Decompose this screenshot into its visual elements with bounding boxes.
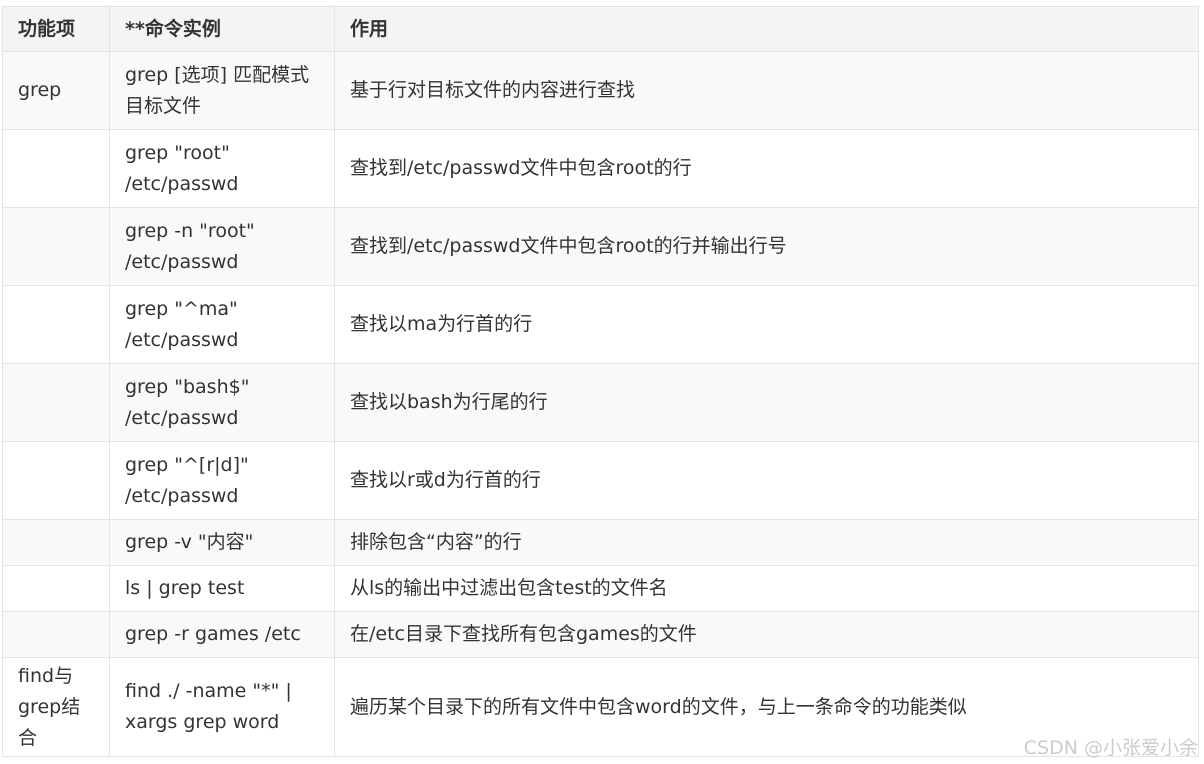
cell-feature <box>2 565 110 612</box>
table-row: grep "bash$" /etc/passwd 查找以bash为行尾的行 <box>2 363 1199 442</box>
cell-command: grep "^ma" /etc/passwd <box>109 285 335 364</box>
cell-command: grep [选项] 匹配模式 目标文件 <box>109 51 335 130</box>
cell-command: grep -r games /etc <box>109 611 335 658</box>
cell-command: grep -v "内容" <box>109 519 335 566</box>
header-command: **命令实例 <box>109 6 335 52</box>
table-row: grep -v "内容" 排除包含“内容”的行 <box>2 519 1199 566</box>
table-row: grep "^ma" /etc/passwd 查找以ma为行首的行 <box>2 285 1199 364</box>
header-feature: 功能项 <box>2 6 110 52</box>
cell-effect: 在/etc目录下查找所有包含games的文件 <box>334 611 1199 658</box>
table-row: grep "root" /etc/passwd 查找到/etc/passwd文件… <box>2 129 1199 208</box>
cell-feature <box>2 441 110 520</box>
table-row: grep "^[r|d]" /etc/passwd 查找以r或d为行首的行 <box>2 441 1199 520</box>
watermark: CSDN @小张爱小余 <box>1023 737 1198 759</box>
cell-feature <box>2 611 110 658</box>
table-row: grep -n "root" /etc/passwd 查找到/etc/passw… <box>2 207 1199 286</box>
cell-feature <box>2 363 110 442</box>
cell-effect: 从ls的输出中过滤出包含test的文件名 <box>334 565 1199 612</box>
cell-effect: 基于行对目标文件的内容进行查找 <box>334 51 1199 130</box>
cell-effect: 查找以bash为行尾的行 <box>334 363 1199 442</box>
cell-command: grep -n "root" /etc/passwd <box>109 207 335 286</box>
cell-feature <box>2 129 110 208</box>
table-row: find与grep结合 find ./ -name "*" | xargs gr… <box>2 657 1199 757</box>
cell-feature: grep <box>2 51 110 130</box>
cell-command: grep "bash$" /etc/passwd <box>109 363 335 442</box>
cell-feature <box>2 207 110 286</box>
command-table: 功能项 **命令实例 作用 grep grep [选项] 匹配模式 目标文件 基… <box>2 6 1199 757</box>
table-header-row: 功能项 **命令实例 作用 <box>2 6 1199 52</box>
table-row: grep grep [选项] 匹配模式 目标文件 基于行对目标文件的内容进行查找 <box>2 51 1199 130</box>
header-effect: 作用 <box>334 6 1199 52</box>
cell-command: grep "root" /etc/passwd <box>109 129 335 208</box>
cell-effect: 查找以r或d为行首的行 <box>334 441 1199 520</box>
cell-command: find ./ -name "*" | xargs grep word <box>109 657 335 757</box>
table-row: grep -r games /etc 在/etc目录下查找所有包含games的文… <box>2 611 1199 658</box>
cell-effect: 查找到/etc/passwd文件中包含root的行并输出行号 <box>334 207 1199 286</box>
cell-command: grep "^[r|d]" /etc/passwd <box>109 441 335 520</box>
table-row: ls | grep test 从ls的输出中过滤出包含test的文件名 <box>2 565 1199 612</box>
cell-effect: 查找到/etc/passwd文件中包含root的行 <box>334 129 1199 208</box>
cell-effect: 排除包含“内容”的行 <box>334 519 1199 566</box>
cell-command: ls | grep test <box>109 565 335 612</box>
cell-feature <box>2 519 110 566</box>
cell-feature: find与grep结合 <box>2 657 110 757</box>
cell-effect: 查找以ma为行首的行 <box>334 285 1199 364</box>
cell-feature <box>2 285 110 364</box>
